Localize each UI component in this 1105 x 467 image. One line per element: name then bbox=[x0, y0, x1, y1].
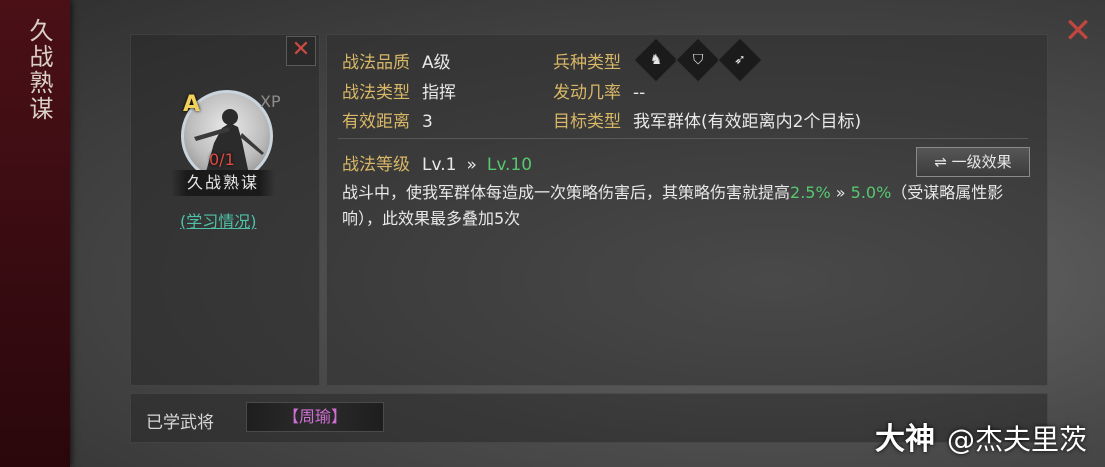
general-chip[interactable]: 【周瑜】 bbox=[246, 402, 384, 432]
troop-icons: ♞ ⛉ ➶ bbox=[633, 37, 763, 83]
close-icon[interactable]: ✕ bbox=[1061, 14, 1095, 48]
skill-grade-letter: A bbox=[183, 92, 201, 117]
target-label: 目标类型 bbox=[553, 112, 621, 132]
cavalry-icon: ♞ bbox=[633, 37, 679, 83]
close-icon[interactable]: ✕ bbox=[286, 36, 316, 66]
range-value: 3 bbox=[422, 112, 433, 132]
target-row: 目标类型 我军群体(有效距离内2个目标) bbox=[553, 107, 861, 132]
xp-label: XP bbox=[260, 92, 281, 111]
type-value: 指挥 bbox=[422, 83, 456, 103]
quality-value: A级 bbox=[422, 53, 451, 73]
skill-name-plate: 久战熟谋 bbox=[171, 170, 275, 196]
range-row: 有效距离 3 bbox=[342, 107, 433, 132]
range-label: 有效距离 bbox=[342, 112, 410, 132]
troop-label: 兵种类型 bbox=[553, 53, 621, 73]
description-text-1: 战斗中，使我军群体每造成一次策略伤害后，其策略伤害就提高 bbox=[342, 183, 791, 202]
watermark-user: @杰夫里茨 bbox=[946, 423, 1087, 456]
rate-label: 发动几率 bbox=[553, 83, 621, 103]
level-label: 战法等级 bbox=[342, 155, 410, 175]
level-max: Lv.10 bbox=[486, 155, 533, 175]
type-label: 战法类型 bbox=[342, 83, 410, 103]
level-row: 战法等级 Lv.1 » Lv.10 bbox=[342, 150, 532, 175]
rate-value: -- bbox=[633, 83, 646, 103]
side-title: 久战熟谋 bbox=[25, 18, 53, 122]
double-chevron-right-icon: » bbox=[830, 183, 851, 202]
watermark-brand: 大神 bbox=[874, 422, 935, 457]
skill-description: 战斗中，使我军群体每造成一次策略伤害后，其策略伤害就提高2.5% » 5.0%（… bbox=[342, 180, 1032, 232]
level-effect-button[interactable]: ⇌ 一级效果 bbox=[916, 147, 1030, 177]
side-banner: 久战熟谋 bbox=[0, 0, 70, 467]
skill-progress: 0/1 bbox=[209, 150, 235, 169]
rate-row: 发动几率 -- bbox=[553, 78, 645, 103]
quality-row: 战法品质 A级 bbox=[342, 48, 451, 73]
type-row: 战法类型 指挥 bbox=[342, 78, 456, 103]
learn-status-link[interactable]: (学习情况) bbox=[180, 208, 257, 232]
target-value: 我军群体(有效距离内2个目标) bbox=[633, 112, 862, 132]
learned-generals-label: 已学武将 bbox=[146, 413, 214, 433]
quality-label: 战法品质 bbox=[342, 53, 410, 73]
description-value-2: 5.0% bbox=[850, 183, 892, 202]
archer-icon: ➶ bbox=[717, 37, 763, 83]
watermark: 大神 @杰夫里茨 bbox=[875, 414, 1087, 458]
divider bbox=[338, 138, 1028, 139]
double-chevron-right-icon: » bbox=[466, 155, 477, 175]
description-value-1: 2.5% bbox=[790, 183, 831, 202]
level-current: Lv.1 bbox=[422, 155, 457, 175]
shield-icon: ⛉ bbox=[675, 37, 721, 83]
troop-row: 兵种类型 bbox=[553, 48, 621, 73]
